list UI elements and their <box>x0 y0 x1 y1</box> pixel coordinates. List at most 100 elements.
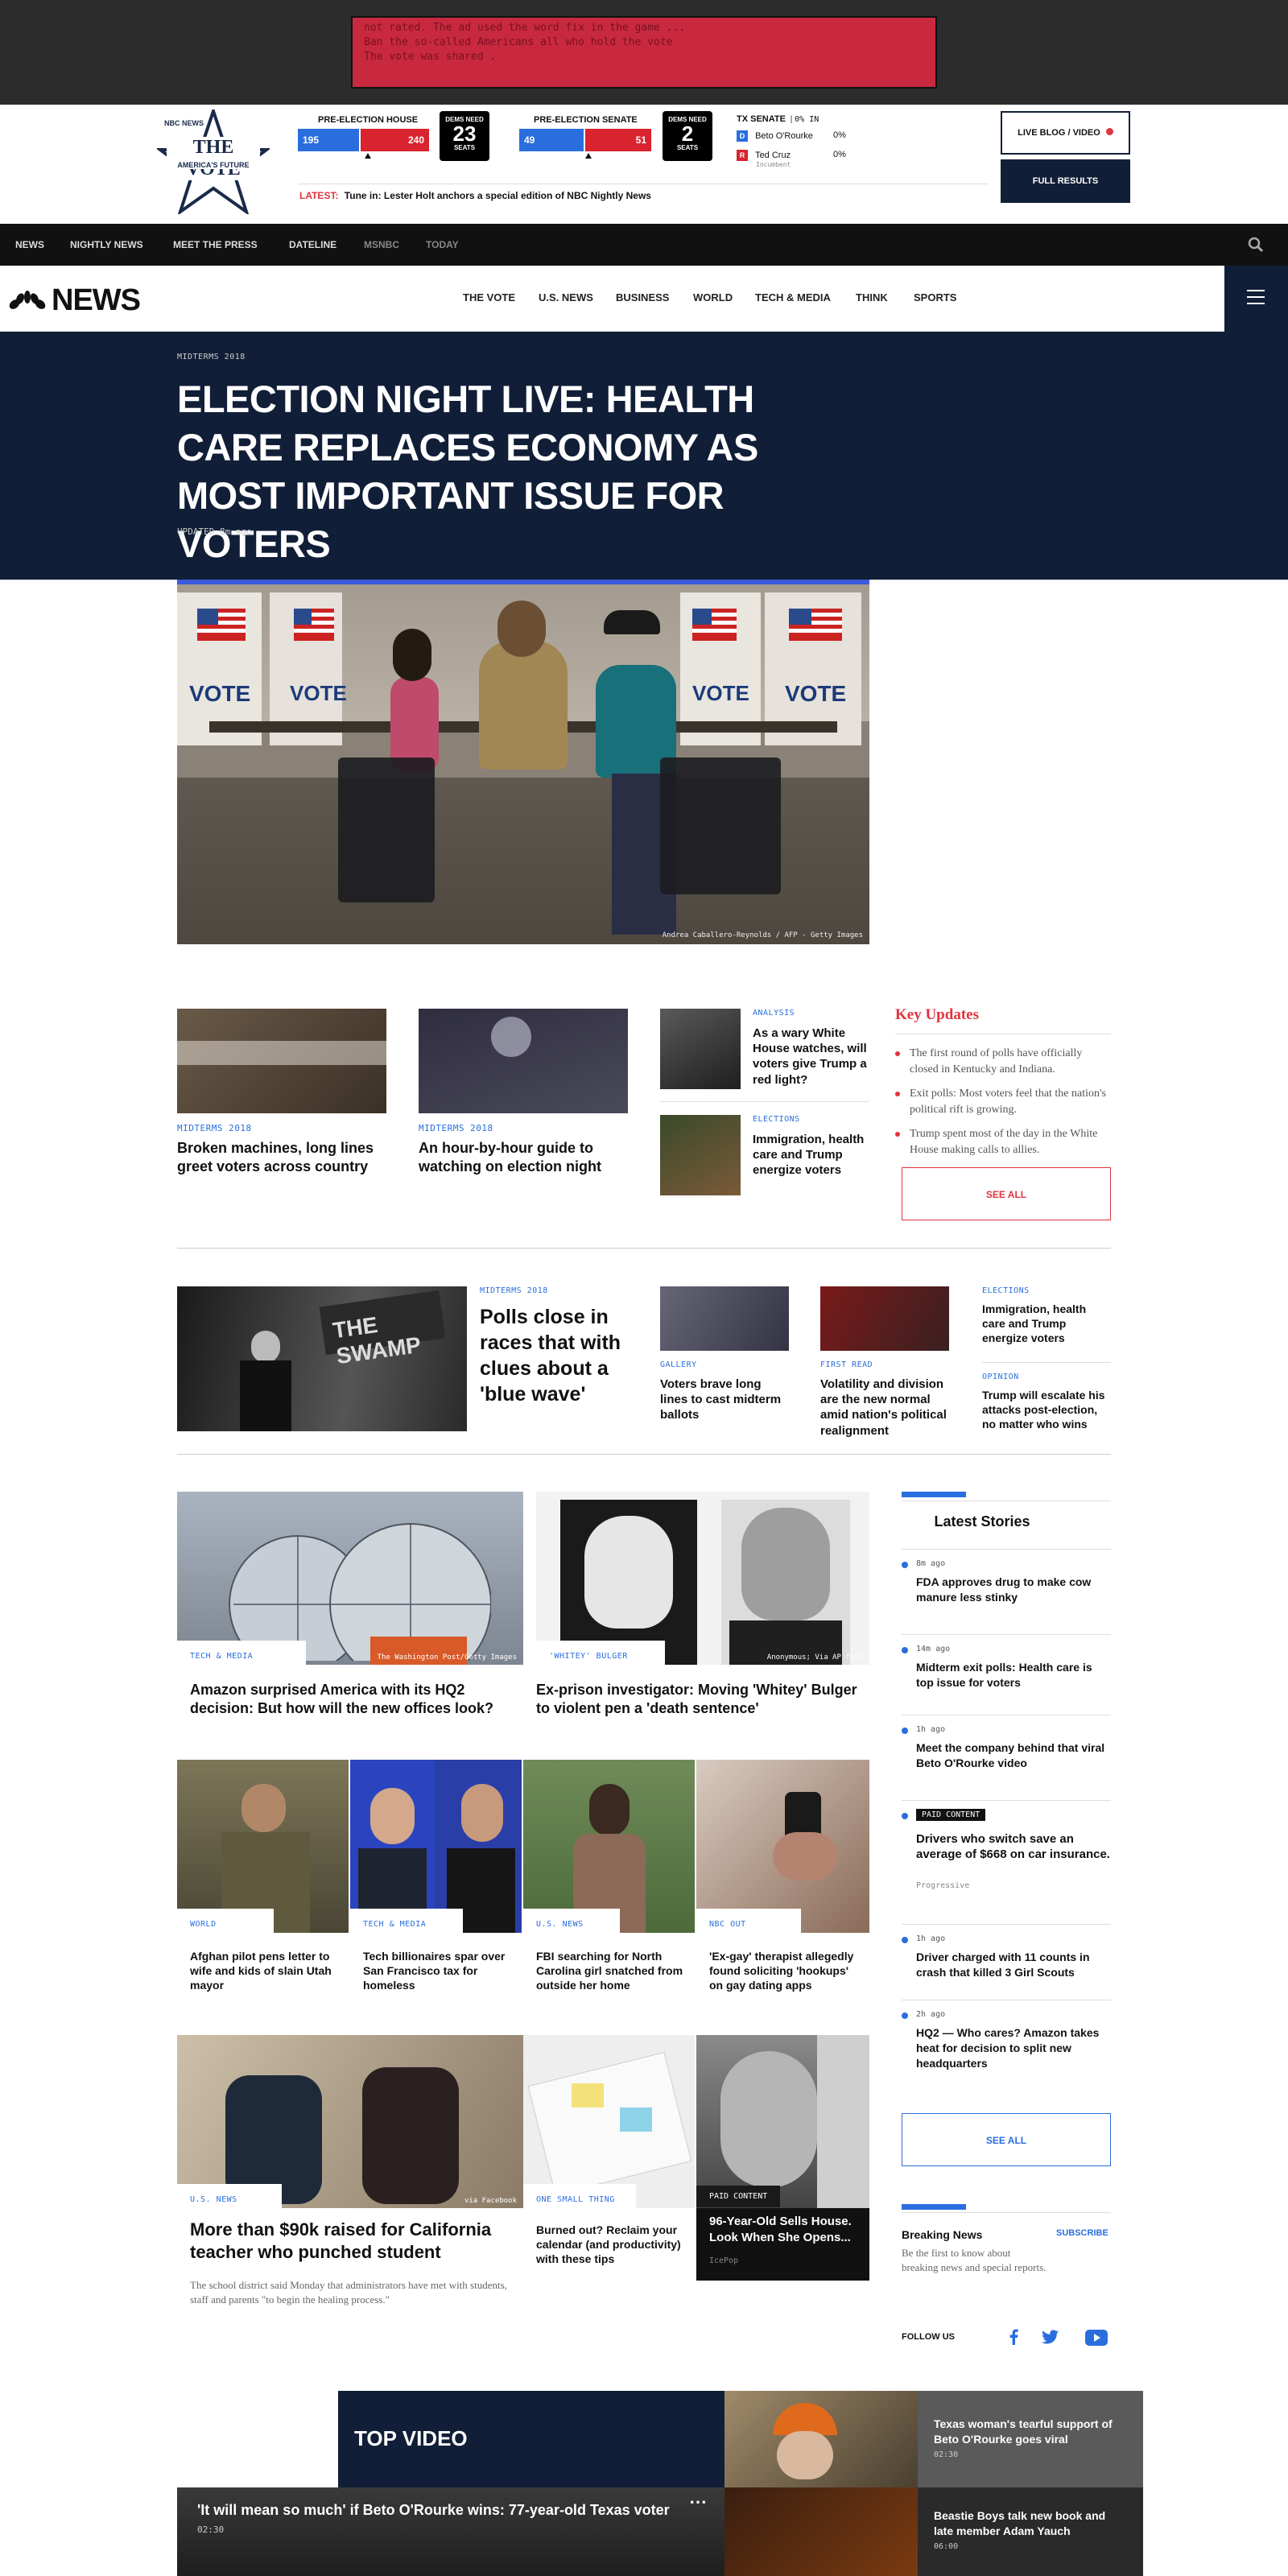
story-eyebrow[interactable]: U.S. NEWS <box>190 2195 237 2204</box>
face <box>720 2051 817 2188</box>
key-update-item[interactable]: Trump spent most of the day in the White… <box>895 1126 1111 1158</box>
story-thumb[interactable] <box>660 1009 741 1089</box>
latest-item[interactable]: 8m ago FDA approves drug to make cow man… <box>902 1549 1111 1605</box>
key-updates-see-all-button[interactable]: SEE ALL <box>902 1167 1111 1220</box>
story-eyebrow[interactable]: NBC OUT <box>709 1920 746 1929</box>
story-image[interactable] <box>696 1760 869 1933</box>
story-eyebrow[interactable]: ONE SMALL THING <box>536 2195 615 2204</box>
story-headline[interactable]: More than $90k raised for California tea… <box>190 2219 512 2264</box>
story-image[interactable] <box>523 2035 695 2208</box>
story-headline[interactable]: Immigration, health care and Trump energ… <box>982 1302 1111 1346</box>
story-eyebrow[interactable]: MIDTERMS 2018 <box>419 1123 493 1133</box>
story-headline[interactable]: 'Ex-gay' therapist allegedly found solic… <box>709 1950 858 1993</box>
story-headline[interactable]: An hour-by-hour guide to watching on ele… <box>419 1139 628 1176</box>
video-thumb[interactable] <box>724 2391 918 2487</box>
nav-think[interactable]: THINK <box>856 291 888 303</box>
latest-item-sponsored[interactable]: PAID CONTENT Drivers who switch save an … <box>902 1800 1111 1890</box>
topnav-msnbc[interactable]: MSNBC <box>364 239 399 250</box>
story-thumb[interactable] <box>660 1115 741 1195</box>
story-image[interactable]: The Washington Post/Getty Images <box>177 1492 523 1665</box>
menu-button[interactable] <box>1224 266 1288 332</box>
senate-tracker[interactable]: PRE-ELECTION SENATE 49 51 DEMS NEED 2 SE… <box>519 111 712 167</box>
story-image[interactable]: THE SWAMP <box>177 1286 467 1431</box>
story-headline[interactable]: Amazon surprised America with its HQ2 de… <box>190 1681 512 1718</box>
story-eyebrow[interactable]: FIRST READ <box>820 1360 873 1369</box>
story-headline[interactable]: Broken machines, long lines greet voters… <box>177 1139 386 1176</box>
topnav-dateline[interactable]: DATELINE <box>289 239 336 250</box>
key-update-item[interactable]: Exit polls: Most voters feel that the na… <box>895 1086 1111 1118</box>
hero-image[interactable]: VOTE VOTE VOTE VOTE Andrea Caballero-Rey… <box>177 580 869 944</box>
topnav-nightly-news[interactable]: NIGHTLY NEWS <box>70 239 143 250</box>
video-item[interactable]: Beastie Boys talk new book and late memb… <box>918 2487 1143 2576</box>
lead-headline[interactable]: Polls close in races that with clues abo… <box>480 1304 625 1407</box>
story-headline[interactable]: FBI searching for North Carolina girl sn… <box>536 1950 685 1993</box>
story-image[interactable] <box>523 1760 695 1933</box>
topnav-news[interactable]: NEWS <box>15 239 44 250</box>
nav-world[interactable]: WORLD <box>693 291 733 303</box>
key-update-item[interactable]: The first round of polls have officially… <box>895 1046 1111 1078</box>
nav-the-vote[interactable]: THE VOTE <box>463 291 515 303</box>
story-headline[interactable]: Trump will escalate his attacks post-ele… <box>982 1389 1111 1432</box>
story-image[interactable] <box>660 1286 789 1351</box>
advertisement[interactable]: not rated. The ad used the word fix in t… <box>351 16 937 89</box>
the-vote-logo[interactable]: NBC NEWS THE VOTE AMERICA'S FUTURE <box>157 109 270 214</box>
story-eyebrow[interactable]: WORLD <box>190 1920 217 1929</box>
story-eyebrow[interactable]: ELECTIONS <box>753 1115 800 1124</box>
twitter-icon[interactable] <box>1042 2330 1059 2344</box>
story-headline[interactable]: Tech billionaires spar over San Francisc… <box>363 1950 512 1993</box>
nav-tech-media[interactable]: TECH & MEDIA <box>755 291 831 303</box>
story-image[interactable]: via Facebook <box>177 2035 523 2208</box>
topnav-today[interactable]: TODAY <box>426 239 459 250</box>
live-blog-button[interactable]: LIVE BLOG / VIDEO <box>1001 111 1130 155</box>
nav-business[interactable]: BUSINESS <box>616 291 669 303</box>
subscribe-link[interactable]: SUBSCRIBE <box>1056 2228 1108 2238</box>
search-icon[interactable] <box>1248 237 1264 253</box>
story-eyebrow[interactable]: 'WHITEY' BULGER <box>549 1652 628 1661</box>
youtube-icon[interactable] <box>1085 2330 1108 2346</box>
video-thumb[interactable] <box>724 2487 918 2576</box>
story-headline[interactable]: Volatility and division are the new norm… <box>820 1377 949 1439</box>
story-eyebrow[interactable]: ANALYSIS <box>753 1009 795 1018</box>
story-headline[interactable]: Immigration, health care and Trump energ… <box>753 1132 869 1179</box>
story-headline[interactable]: As a wary White House watches, will vote… <box>753 1026 869 1088</box>
latest-item[interactable]: 14m ago Midterm exit polls: Health care … <box>902 1634 1111 1690</box>
story-eyebrow[interactable]: TECH & MEDIA <box>190 1652 253 1661</box>
more-icon[interactable]: ⋯ <box>689 2491 707 2512</box>
story-headline[interactable]: Afghan pilot pens letter to wife and kid… <box>190 1950 339 1993</box>
latest-see-all-button[interactable]: SEE ALL <box>902 2113 1111 2166</box>
hero-eyebrow[interactable]: MIDTERMS 2018 <box>177 353 246 361</box>
story-image[interactable] <box>177 1009 386 1113</box>
hero-headline[interactable]: ELECTION NIGHT LIVE: HEALTH CARE REPLACE… <box>177 375 853 568</box>
story-headline[interactable]: Burned out? Reclaim your calendar (and p… <box>536 2223 681 2267</box>
latest-item[interactable]: 2h ago HQ2 — Who cares? Amazon takes hea… <box>902 2000 1111 2071</box>
story-image[interactable] <box>419 1009 628 1113</box>
story-eyebrow[interactable]: U.S. NEWS <box>536 1920 584 1929</box>
story-eyebrow[interactable]: OPINION <box>982 1373 1019 1381</box>
tx-senate-race[interactable]: TX SENATE | 0% IN D Beto O'Rourke 0% R T… <box>737 114 857 171</box>
latest-ticker[interactable]: LATEST: Tune in: Lester Holt anchors a s… <box>299 190 651 201</box>
topnav-meet-the-press[interactable]: MEET THE PRESS <box>173 239 258 250</box>
story-eyebrow[interactable]: MIDTERMS 2018 <box>480 1286 548 1295</box>
latest-item[interactable]: 1h ago Driver charged with 11 counts in … <box>902 1924 1111 1980</box>
story-eyebrow[interactable]: MIDTERMS 2018 <box>177 1123 252 1133</box>
full-results-button[interactable]: FULL RESULTS <box>1001 159 1130 203</box>
story-eyebrow[interactable]: ELECTIONS <box>982 1286 1030 1295</box>
house-tracker[interactable]: PRE-ELECTION HOUSE 195 240 DEMS NEED 23 … <box>298 111 491 167</box>
story-headline[interactable]: Voters brave long lines to cast midterm … <box>660 1377 789 1423</box>
story-image[interactable] <box>820 1286 949 1351</box>
story-headline[interactable]: Ex-prison investigator: Moving 'Whitey' … <box>536 1681 869 1718</box>
latest-item[interactable]: 1h ago Meet the company behind that vira… <box>902 1715 1111 1771</box>
person-suit <box>240 1360 291 1431</box>
top-video-main[interactable]: 'It will mean so much' if Beto O'Rourke … <box>177 2487 724 2576</box>
story-eyebrow[interactable]: GALLERY <box>660 1360 697 1369</box>
paid-content-card[interactable]: PAID CONTENT 96-Year-Old Sells House. Lo… <box>696 2035 869 2281</box>
story-image[interactable] <box>350 1760 522 1933</box>
story-image[interactable]: Anonymous; Via AP file <box>536 1492 869 1665</box>
video-item[interactable]: Texas woman's tearful support of Beto O'… <box>918 2391 1143 2487</box>
facebook-icon[interactable] <box>1008 2329 1019 2345</box>
nav-sports[interactable]: SPORTS <box>914 291 956 303</box>
nav-us-news[interactable]: U.S. NEWS <box>539 291 593 303</box>
nbc-news-logo[interactable]: NEWS <box>8 283 161 317</box>
story-eyebrow[interactable]: TECH & MEDIA <box>363 1920 426 1929</box>
story-image[interactable] <box>177 1760 349 1933</box>
